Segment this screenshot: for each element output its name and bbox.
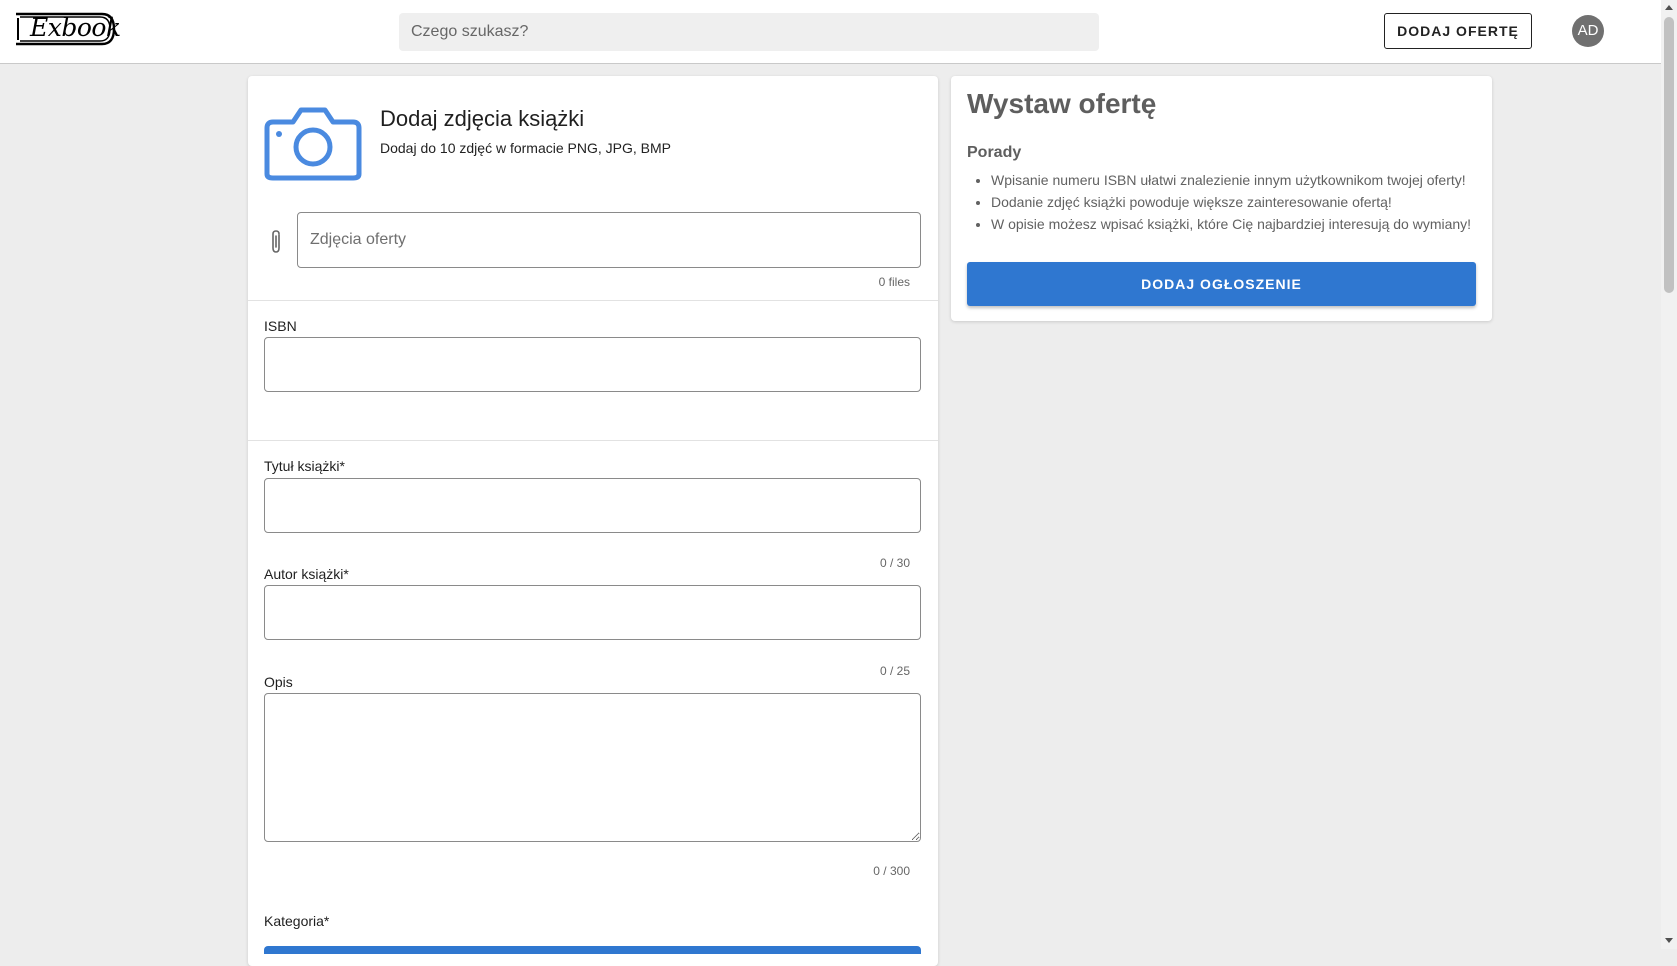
scroll-down-icon[interactable]	[1665, 938, 1673, 943]
tips-list: Wpisanie numeru ISBN ułatwi znalezienie …	[967, 169, 1471, 235]
divider	[248, 300, 938, 301]
top-app-bar: Exbook DODAJ OFERTĘ AD	[0, 0, 1661, 64]
photos-input[interactable]	[297, 212, 921, 268]
photos-subtitle: Dodaj do 10 zdjęć w formacie PNG, JPG, B…	[380, 140, 671, 156]
author-counter: 0 / 25	[879, 664, 910, 678]
add-offer-button[interactable]: DODAJ OFERTĘ	[1384, 13, 1532, 49]
files-count: 0 files	[878, 275, 910, 289]
search-input[interactable]	[399, 13, 1099, 51]
logo[interactable]: Exbook	[0, 0, 130, 60]
category-label: Kategoria*	[264, 913, 330, 929]
photos-title: Dodaj zdjęcia książki	[380, 106, 585, 131]
logo-text: Exbook	[30, 13, 121, 42]
description-textarea[interactable]	[264, 693, 921, 842]
title-input[interactable]	[264, 478, 921, 533]
page-title: Wystaw ofertę	[967, 88, 1157, 119]
avatar[interactable]: AD	[1572, 15, 1604, 47]
tip-item: Wpisanie numeru ISBN ułatwi znalezienie …	[991, 169, 1471, 191]
tip-item: Dodanie zdjęć książki powoduje większe z…	[991, 191, 1471, 213]
publish-offer-card: Wystaw ofertę Porady Wpisanie numeru ISB…	[951, 76, 1492, 321]
camera-icon	[264, 107, 362, 181]
offer-form-card: Dodaj zdjęcia książki Dodaj do 10 zdjęć …	[248, 76, 938, 966]
scrollbar[interactable]	[1661, 0, 1677, 949]
description-counter: 0 / 300	[873, 864, 910, 878]
isbn-input[interactable]	[264, 337, 921, 392]
scrollbar-thumb[interactable]	[1664, 17, 1674, 293]
paperclip-icon[interactable]	[266, 229, 286, 255]
title-label: Tytuł książki*	[264, 458, 345, 474]
description-label: Opis	[264, 674, 293, 690]
divider	[248, 440, 938, 441]
category-select[interactable]	[264, 946, 921, 954]
author-label: Autor książki*	[264, 566, 349, 582]
author-input[interactable]	[264, 585, 921, 640]
scroll-up-icon[interactable]	[1665, 5, 1673, 10]
submit-offer-button[interactable]: DODAJ OGŁOSZENIE	[967, 262, 1476, 306]
isbn-label: ISBN	[264, 318, 297, 334]
tips-heading: Porady	[967, 144, 1022, 161]
title-counter: 0 / 30	[879, 556, 910, 570]
tip-item: W opisie możesz wpisać książki, które Ci…	[991, 213, 1471, 235]
